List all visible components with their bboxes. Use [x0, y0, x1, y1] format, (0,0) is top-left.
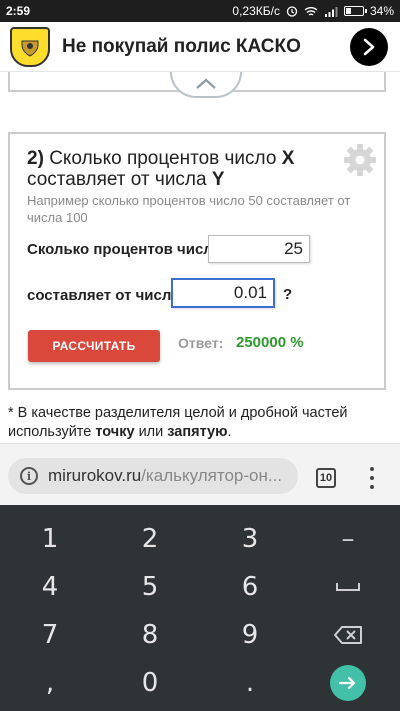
answer-value: 250000 % [236, 334, 304, 351]
key-comma[interactable]: , [10, 659, 90, 707]
key-enter[interactable] [308, 659, 388, 707]
ad-text[interactable]: Не покупай полис КАСКО [62, 36, 301, 58]
key-backspace[interactable] [308, 611, 388, 659]
key-space[interactable] [308, 563, 388, 611]
answer-label: Ответ: [178, 335, 224, 351]
key-7[interactable]: 7 [10, 611, 90, 659]
field2-label: составляет от числа [27, 287, 180, 304]
alarm-icon [286, 6, 298, 17]
key-2[interactable]: 2 [110, 515, 190, 563]
address-bar[interactable]: i mirurokov.ru/калькулятор-он... [8, 458, 298, 494]
backspace-icon [334, 626, 362, 644]
space-icon [336, 583, 360, 591]
battery-icon [343, 6, 367, 16]
browser-toolbar: i mirurokov.ru/калькулятор-он... 10 [0, 443, 400, 505]
key-1[interactable]: 1 [10, 515, 90, 563]
key-3[interactable]: 3 [210, 515, 290, 563]
numeric-keyboard: 1 2 3 – 4 5 6 7 8 9 , 0 . [0, 505, 400, 711]
card-example: Например сколько процентов число 50 сост… [27, 193, 351, 225]
key-6[interactable]: 6 [210, 563, 290, 611]
url-path: /калькулятор-он... [141, 466, 283, 485]
menu-dots-icon[interactable] [368, 467, 376, 489]
ad-open-button[interactable] [350, 28, 388, 66]
field1-label: Сколько процентов число [27, 241, 222, 258]
question-mark: ? [283, 286, 293, 303]
tabs-button[interactable]: 10 [316, 468, 336, 488]
gear-icon[interactable] [342, 142, 378, 178]
chevron-right-icon [363, 38, 375, 56]
percent-number-input[interactable]: 25 [208, 235, 310, 263]
arrow-right-icon [330, 665, 366, 701]
key-5[interactable]: 5 [110, 563, 190, 611]
key-4[interactable]: 4 [10, 563, 90, 611]
wifi-icon [304, 6, 318, 16]
key-9[interactable]: 9 [210, 611, 290, 659]
key-minus[interactable]: – [308, 515, 388, 563]
ad-banner[interactable]: Не покупай полис КАСКО [0, 22, 400, 72]
calculate-button[interactable]: РАССЧИТАТЬ [28, 330, 160, 362]
base-number-input[interactable]: 0.01 [171, 278, 275, 308]
page-content: 2) Сколько процентов число X составляет … [0, 72, 400, 443]
separator-note: * В качестве разделителя целой и дробной… [8, 405, 348, 440]
signal-icon [324, 6, 338, 17]
info-icon[interactable]: i [20, 467, 38, 485]
status-time: 2:59 [6, 4, 31, 18]
bank-logo-icon [10, 26, 50, 67]
url-domain: mirurokov.ru [48, 466, 142, 485]
card-title: 2) Сколько процентов число X составляет … [27, 148, 295, 190]
key-0[interactable]: 0 [110, 659, 190, 707]
network-speed: 0,23КБ/с [232, 4, 280, 18]
calculator-card: 2) Сколько процентов число X составляет … [8, 132, 386, 390]
battery-percent: 34% [369, 4, 394, 18]
status-bar: 2:59 0,23КБ/с 34% [0, 0, 400, 22]
chevron-up-icon [196, 78, 216, 89]
key-8[interactable]: 8 [110, 611, 190, 659]
key-period[interactable]: . [210, 659, 290, 707]
scroll-up-button[interactable] [170, 72, 242, 98]
